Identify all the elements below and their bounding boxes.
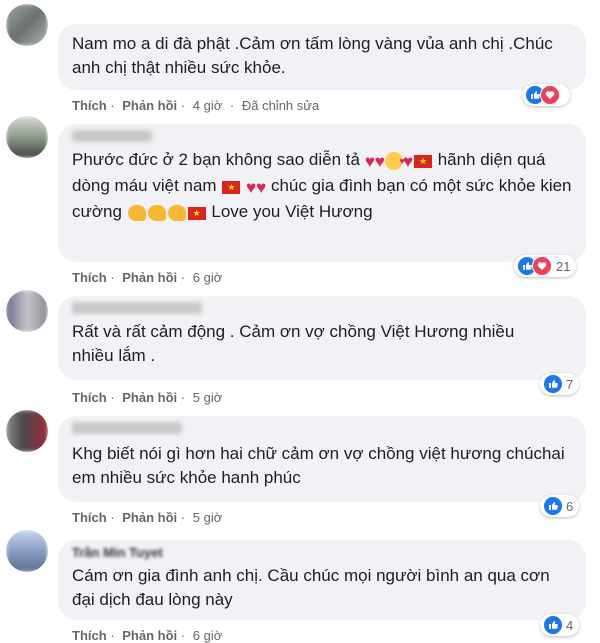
muscle-emoji xyxy=(167,205,186,221)
comment-bubble: Rất và rất cảm động . Cảm ơn vợ chồng Vi… xyxy=(58,296,586,380)
heart-emoji: ♥ xyxy=(246,178,257,197)
love-icon xyxy=(540,85,560,105)
comment-text-part: Phước đức ở 2 bạn không sao diễn tả xyxy=(72,150,365,169)
separator: · xyxy=(229,98,235,113)
reaction-count: 7 xyxy=(566,376,574,392)
avatar[interactable] xyxy=(6,530,48,572)
reply-button[interactable]: Phản hồi xyxy=(122,390,177,405)
timestamp[interactable]: 5 giờ xyxy=(193,390,223,405)
comment-text: Phước đức ở 2 bạn không sao diễn tả ♥♥♥ … xyxy=(72,148,572,226)
avatar[interactable] xyxy=(6,116,48,158)
reply-button[interactable]: Phản hồi xyxy=(122,98,177,113)
separator: · xyxy=(110,510,115,525)
comment-text: Khg biết nói gì hơn hai chữ cảm ơn vợ ch… xyxy=(72,444,565,487)
comment-text: Rất và rất cảm động . Cảm ơn vợ chồng Vi… xyxy=(72,322,515,365)
avatar[interactable] xyxy=(6,290,48,332)
comment-actions: Thích · Phản hồi · 4 giờ · Đã chỉnh sửa xyxy=(72,98,323,113)
smiling-hearts-emoji xyxy=(384,149,405,173)
reply-button[interactable]: Phản hồi xyxy=(122,270,177,285)
like-icon xyxy=(544,616,562,634)
reaction-count: 21 xyxy=(556,258,571,274)
commenter-name[interactable]: Trần Min Tuyet xyxy=(72,546,572,560)
love-icon xyxy=(532,256,552,276)
vietnam-flag-icon xyxy=(222,181,241,194)
reaction-count: 4 xyxy=(566,617,574,633)
separator: · xyxy=(180,390,186,405)
like-button[interactable]: Thích xyxy=(72,270,107,285)
comment-actions: Thích · Phản hồi · 5 giờ xyxy=(72,390,226,405)
edited-label[interactable]: Đã chỉnh sửa xyxy=(242,98,319,113)
comment-bubble: Phước đức ở 2 bạn không sao diễn tả ♥♥♥ … xyxy=(58,124,586,262)
separator: · xyxy=(110,270,115,285)
timestamp[interactable]: 6 giờ xyxy=(193,270,223,285)
commenter-name[interactable] xyxy=(72,130,572,144)
like-button[interactable]: Thích xyxy=(72,510,107,525)
muscle-emoji xyxy=(147,205,166,221)
comment-text-part: Love you Việt Hương xyxy=(206,202,373,221)
reaction-summary[interactable]: 7 xyxy=(540,373,580,395)
reaction-summary[interactable]: 21 xyxy=(514,255,577,277)
comment-text: Nam mo a di đà phật .Cảm ơn tấm lòng vàn… xyxy=(72,34,553,77)
comment-bubble: Trần Min Tuyet Cám ơn gia đình anh chị. … xyxy=(58,540,586,620)
like-icon xyxy=(544,497,562,515)
comment-bubble: Nam mo a di đà phật .Cảm ơn tấm lòng vàn… xyxy=(58,24,586,90)
separator: · xyxy=(110,390,115,405)
comment-actions: Thích · Phản hồi · 5 giờ xyxy=(72,510,226,525)
vietnam-flag-icon xyxy=(413,155,432,168)
separator: · xyxy=(180,98,186,113)
emoji-group: ♥♥♥ xyxy=(364,149,433,174)
like-button[interactable]: Thích xyxy=(72,390,107,405)
commenter-name[interactable] xyxy=(72,302,572,316)
separator: · xyxy=(180,270,186,285)
separator: · xyxy=(110,98,115,113)
timestamp[interactable]: 4 giờ xyxy=(193,98,223,113)
reaction-count: 6 xyxy=(566,498,574,514)
reaction-summary[interactable]: 4 xyxy=(540,614,580,636)
comment-text: Cám ơn gia đình anh chị. Cầu chúc mọi ng… xyxy=(72,566,550,609)
comment-actions: Thích · Phản hồi · 6 giờ xyxy=(72,270,226,285)
avatar[interactable] xyxy=(6,4,48,46)
emoji-group xyxy=(127,202,207,226)
reaction-summary[interactable]: 6 xyxy=(540,495,580,517)
reply-button[interactable]: Phản hồi xyxy=(122,510,177,525)
vietnam-flag-icon xyxy=(187,207,206,220)
like-icon xyxy=(544,375,562,393)
heart-emoji: ♥ xyxy=(374,152,385,171)
heart-emoji: ♥ xyxy=(364,152,375,171)
commenter-name[interactable] xyxy=(72,422,572,436)
separator: · xyxy=(180,510,186,525)
muscle-emoji xyxy=(127,205,146,221)
heart-emoji: ♥ xyxy=(256,178,267,197)
reaction-summary[interactable] xyxy=(522,84,570,106)
avatar[interactable] xyxy=(6,410,48,452)
emoji-group: ♥♥ xyxy=(221,176,266,200)
timestamp[interactable]: 5 giờ xyxy=(193,510,223,525)
comment-bubble: Khg biết nói gì hơn hai chữ cảm ơn vợ ch… xyxy=(58,416,586,502)
like-button[interactable]: Thích xyxy=(72,98,107,113)
